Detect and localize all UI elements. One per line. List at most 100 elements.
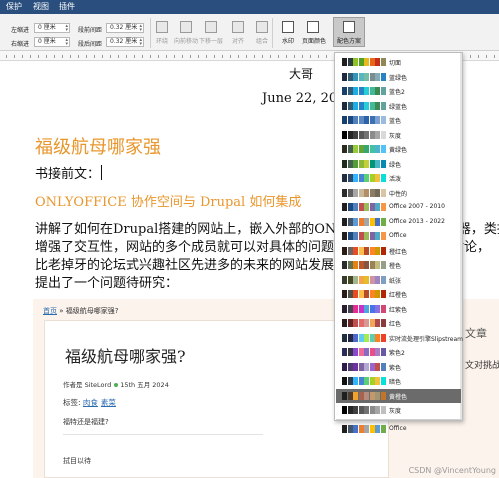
indent-right-field[interactable]: 0 厘米 ▴ ▾ bbox=[34, 37, 70, 47]
breadcrumb-home-link[interactable]: 首页 bbox=[43, 307, 57, 315]
page-color-button[interactable]: 页面颜色 bbox=[298, 36, 330, 45]
color-scheme-option[interactable]: 黄绿色 bbox=[336, 142, 461, 157]
color-swatch bbox=[347, 377, 353, 385]
color-swatch bbox=[358, 145, 364, 153]
color-swatch bbox=[342, 101, 347, 110]
color-scheme-option[interactable]: 暗色 bbox=[336, 374, 461, 389]
color-scheme-option[interactable]: 中性的 bbox=[336, 186, 461, 201]
color-scheme-option[interactable]: 黄橙色 bbox=[336, 388, 461, 403]
color-swatch bbox=[342, 130, 347, 139]
menu-view[interactable]: 视图 bbox=[33, 1, 49, 12]
spacing-before-field[interactable]: 0.32 厘米 ▴ ▾ bbox=[106, 23, 144, 33]
color-swatch bbox=[369, 174, 375, 182]
color-swatch bbox=[347, 246, 353, 255]
color-swatch-group bbox=[342, 130, 386, 139]
color-scheme-option[interactable]: 橙色 bbox=[336, 258, 461, 273]
ruler-tick bbox=[262, 55, 263, 58]
color-swatch bbox=[364, 217, 369, 226]
color-swatch bbox=[375, 391, 380, 400]
article-question: 福特还是福建? bbox=[63, 418, 109, 426]
color-swatch bbox=[369, 116, 375, 124]
ruler-tick bbox=[14, 55, 15, 58]
color-scheme-option[interactable]: 实时流处理引擎Slipstream bbox=[336, 331, 463, 346]
color-swatch bbox=[380, 261, 386, 269]
color-scheme-option[interactable]: 灰度 bbox=[336, 128, 461, 143]
sidebar-heading: 文章 bbox=[465, 327, 487, 340]
color-swatch bbox=[364, 304, 369, 313]
ruler-tick bbox=[222, 55, 223, 58]
color-swatch bbox=[342, 261, 347, 269]
menu-plugins[interactable]: 插件 bbox=[59, 1, 75, 12]
color-swatch-group bbox=[342, 424, 386, 433]
watermark-text: CSDN @VincentYoung bbox=[408, 466, 496, 475]
color-scheme-option[interactable]: 切面 bbox=[336, 55, 461, 70]
color-scheme-option[interactable]: 蓝绿色 bbox=[336, 70, 461, 85]
color-swatch-group bbox=[342, 217, 386, 226]
color-swatch bbox=[342, 275, 347, 284]
color-scheme-label: 灰度 bbox=[389, 132, 402, 140]
color-scheme-option[interactable]: 橙红色 bbox=[336, 244, 461, 259]
color-swatch bbox=[375, 58, 380, 66]
indent-left-field[interactable]: 0 厘米 ▴ ▾ bbox=[34, 23, 70, 33]
color-scheme-option[interactable]: 红紫色 bbox=[336, 302, 461, 317]
color-swatch bbox=[347, 58, 353, 66]
breadcrumb: 首页 » 福级航母哪家强? bbox=[43, 307, 119, 315]
color-scheme-option[interactable]: 蓝色 bbox=[336, 113, 461, 128]
color-scheme-option[interactable]: Office 2007 - 2010 bbox=[336, 200, 461, 215]
color-scheme-icon bbox=[343, 21, 355, 33]
color-scheme-option[interactable]: 活泼 bbox=[336, 171, 461, 186]
color-scheme-option[interactable]: 蓝色2 bbox=[336, 84, 461, 99]
color-scheme-option[interactable]: 红色 bbox=[336, 316, 461, 331]
color-scheme-option[interactable]: 灰度 bbox=[336, 403, 461, 418]
color-swatch bbox=[364, 101, 369, 110]
menu-protect[interactable]: 保护 bbox=[6, 1, 22, 12]
color-swatch bbox=[369, 217, 375, 226]
color-scheme-option[interactable]: 红橙色 bbox=[336, 287, 461, 302]
text-cursor bbox=[101, 165, 102, 180]
watermark-icon bbox=[282, 21, 294, 33]
color-swatch-group bbox=[342, 391, 386, 400]
color-swatch-group bbox=[342, 377, 386, 385]
color-scheme-option[interactable]: 绿色 bbox=[336, 157, 461, 172]
ruler-tick bbox=[78, 55, 79, 58]
send-backward-button[interactable]: 下移一层 bbox=[196, 36, 226, 45]
color-scheme-label: 橙红色 bbox=[389, 248, 408, 256]
tag-link[interactable]: 肉食 bbox=[83, 398, 98, 407]
color-swatch bbox=[375, 333, 380, 342]
color-scheme-button[interactable]: 配色方案 bbox=[333, 17, 365, 47]
color-scheme-option[interactable]: Office 2013 - 2022 bbox=[336, 215, 461, 230]
color-swatch bbox=[375, 101, 380, 110]
color-scheme-option[interactable]: 纸张 bbox=[336, 273, 461, 288]
color-swatch bbox=[358, 348, 364, 356]
color-swatch bbox=[364, 116, 369, 124]
color-scheme-label: 活泼 bbox=[389, 176, 402, 183]
color-scheme-option[interactable]: 紫色2 bbox=[336, 345, 461, 360]
color-scheme-label: 橙色 bbox=[389, 263, 402, 270]
color-scheme-option[interactable]: 绿蓝色 bbox=[336, 99, 461, 114]
color-swatch bbox=[369, 101, 375, 110]
color-scheme-label: 中性的 bbox=[389, 190, 408, 198]
color-swatch bbox=[342, 174, 347, 182]
color-swatch bbox=[342, 188, 347, 197]
color-scheme-option[interactable]: Office bbox=[336, 229, 461, 244]
color-scheme-label: 实时流处理引擎Slipstream bbox=[389, 335, 463, 343]
color-scheme-option[interactable]: 紫色 bbox=[336, 360, 461, 375]
color-swatch bbox=[358, 130, 364, 139]
color-swatch-group bbox=[342, 362, 386, 371]
color-swatch bbox=[358, 304, 364, 313]
ruler-tick bbox=[294, 55, 295, 58]
ruler-tick bbox=[230, 55, 231, 58]
ruler-tick bbox=[278, 55, 279, 58]
color-swatch bbox=[369, 87, 375, 95]
color-scheme-option[interactable]: Office bbox=[336, 422, 461, 437]
spacing-after-field[interactable]: 0.32 厘米 ▴ ▾ bbox=[106, 37, 144, 47]
color-swatch bbox=[380, 275, 386, 284]
color-swatch bbox=[342, 87, 347, 95]
tag-link[interactable]: 素菜 bbox=[101, 398, 116, 407]
color-swatch bbox=[364, 159, 369, 168]
color-swatch bbox=[380, 246, 386, 255]
color-scheme-label: Office 2007 - 2010 bbox=[389, 203, 445, 210]
ruler-tick bbox=[318, 55, 319, 58]
ruler-tick bbox=[102, 55, 103, 58]
color-scheme-label: 紫色2 bbox=[389, 350, 405, 357]
